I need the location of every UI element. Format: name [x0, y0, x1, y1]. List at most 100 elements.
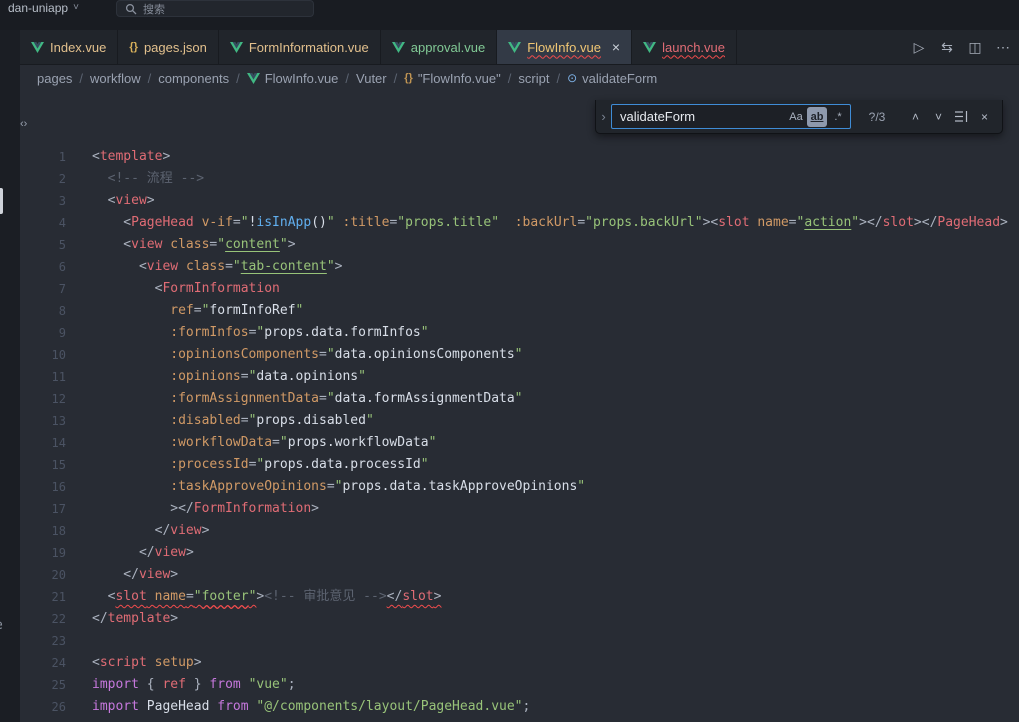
line-number: 22 — [20, 608, 66, 630]
code-line[interactable]: 24<script setup> — [20, 652, 1019, 674]
breadcrumb-item[interactable]: Vuter — [356, 71, 387, 86]
run-button[interactable]: ▷ — [907, 35, 931, 59]
code-line[interactable]: 4 <PageHead v-if="!isInApp()" :title="pr… — [20, 212, 1019, 234]
tab-label: FormInformation.vue — [249, 40, 369, 55]
vue-icon — [392, 42, 405, 53]
breadcrumb-item[interactable]: pages — [37, 71, 72, 86]
code-line[interactable]: 21 <slot name="footer"><!-- 审批意见 --></sl… — [20, 586, 1019, 608]
code-line[interactable]: 3 <view> — [20, 190, 1019, 212]
close-icon[interactable]: × — [612, 39, 620, 55]
code-text: :taskApproveOpinions="props.data.taskApp… — [92, 476, 585, 498]
code-line[interactable]: 12 :formAssignmentData="data.formAssignm… — [20, 388, 1019, 410]
breadcrumb-item[interactable]: workflow — [90, 71, 141, 86]
tab-FlowInfo.vue[interactable]: FlowInfo.vue× — [497, 30, 632, 64]
breadcrumb-item[interactable]: ‹›script — [518, 71, 549, 86]
sidebar-scrollbar-thumb[interactable] — [0, 188, 3, 214]
code-text: <!-- 流程 --> — [92, 168, 204, 190]
line-number: 9 — [20, 322, 66, 344]
breadcrumb-label: script — [518, 71, 549, 86]
left-sidebar-sliver: e — [0, 30, 20, 722]
tab-Index.vue[interactable]: Index.vue — [20, 30, 118, 64]
code-text: ></FormInformation> — [92, 498, 319, 520]
tab-label: launch.vue — [662, 40, 725, 55]
code-text: :disabled="props.disabled" — [92, 410, 374, 432]
code-line[interactable]: 25import { ref } from "vue"; — [20, 674, 1019, 696]
vue-icon — [31, 42, 44, 53]
line-number: 4 — [20, 212, 66, 234]
workspace-title[interactable]: dan-uniapp ˅ — [8, 0, 79, 15]
code-line[interactable]: 8 ref="formInfoRef" — [20, 300, 1019, 322]
line-number: 5 — [20, 234, 66, 256]
find-input[interactable] — [620, 109, 785, 124]
code-text: :opinionsComponents="data.opinionsCompon… — [92, 344, 523, 366]
tab-approval.vue[interactable]: approval.vue — [381, 30, 497, 64]
whole-word-toggle[interactable]: ab — [807, 107, 827, 127]
breadcrumb-label: FlowInfo.vue — [265, 71, 339, 86]
code-text: import PageHead from "@/components/layou… — [92, 696, 530, 718]
vscode-window: dan-uniapp ˅ 搜索 e Index.vue{}pages.json F… — [0, 0, 1019, 722]
line-number: 20 — [20, 564, 66, 586]
search-icon — [125, 3, 137, 15]
breadcrumb-separator: / — [148, 71, 152, 86]
line-number: 21 — [20, 586, 66, 608]
code-line[interactable]: 18 </view> — [20, 520, 1019, 542]
breadcrumb-item[interactable]: components — [158, 71, 229, 86]
code-line[interactable]: 11 :opinions="data.opinions" — [20, 366, 1019, 388]
next-match-button[interactable]: ˅ — [928, 106, 949, 127]
code-line[interactable]: 20 </view> — [20, 564, 1019, 586]
line-number: 6 — [20, 256, 66, 278]
close-find-button[interactable]: × — [974, 106, 995, 127]
split-editor-button[interactable]: ◫ — [963, 35, 987, 59]
breadcrumb-item[interactable]: ⊙validateForm — [567, 71, 657, 86]
code-line[interactable]: 15 :processId="props.data.processId" — [20, 454, 1019, 476]
code-line[interactable]: 5 <view class="content"> — [20, 234, 1019, 256]
more-actions-button[interactable]: ⋯ — [991, 35, 1015, 59]
line-number: 18 — [20, 520, 66, 542]
code-line[interactable]: 19 </view> — [20, 542, 1019, 564]
code-line[interactable]: 23 — [20, 630, 1019, 652]
tab-label: pages.json — [144, 40, 207, 55]
open-changes-button[interactable]: ⇆ — [935, 35, 959, 59]
code-line[interactable]: 7 <FormInformation — [20, 278, 1019, 300]
editor[interactable]: › Aaab.* ?/3 ˄ ˅ × 1<template>2 <!-- 流程 … — [20, 92, 1019, 722]
toggle-replace-button[interactable]: › — [596, 100, 611, 133]
tab-launch.vue[interactable]: launch.vue — [632, 30, 737, 64]
breadcrumb-item[interactable]: FlowInfo.vue — [247, 71, 339, 86]
line-number: 8 — [20, 300, 66, 322]
tab-FormInformation.vue[interactable]: FormInformation.vue — [219, 30, 381, 64]
breadcrumb-separator: / — [236, 71, 240, 86]
code-line[interactable]: 26import PageHead from "@/components/lay… — [20, 696, 1019, 718]
breadcrumb-separator: / — [394, 71, 398, 86]
symbol-icon: ⊙ — [567, 71, 577, 85]
tab-label: approval.vue — [411, 40, 485, 55]
code-text: :processId="props.data.processId" — [92, 454, 429, 476]
code-line[interactable]: 9 :formInfos="props.data.formInfos" — [20, 322, 1019, 344]
code-line[interactable]: 2 <!-- 流程 --> — [20, 168, 1019, 190]
breadcrumb-separator: / — [345, 71, 349, 86]
line-number: 12 — [20, 388, 66, 410]
code-line[interactable]: 17 ></FormInformation> — [20, 498, 1019, 520]
tab-pages.json[interactable]: {}pages.json — [118, 30, 218, 64]
breadcrumb-label: pages — [37, 71, 72, 86]
previous-match-button[interactable]: ˄ — [905, 106, 926, 127]
code-text: <PageHead v-if="!isInApp()" :title="prop… — [92, 212, 1008, 234]
regex-toggle[interactable]: .* — [828, 107, 848, 127]
code-line[interactable]: 10 :opinionsComponents="data.opinionsCom… — [20, 344, 1019, 366]
code-line[interactable]: 6 <view class="tab-content"> — [20, 256, 1019, 278]
chevron-right-icon: › — [601, 109, 605, 124]
line-number: 3 — [20, 190, 66, 212]
code-text: <slot name="footer"><!-- 审批意见 --></slot> — [92, 586, 441, 608]
breadcrumb-label: "FlowInfo.vue" — [418, 71, 501, 86]
code-line[interactable]: 1<template> — [20, 146, 1019, 168]
breadcrumb-item[interactable]: {}"FlowInfo.vue" — [404, 71, 501, 86]
command-center-search[interactable]: 搜索 — [116, 0, 314, 17]
find-in-selection-button[interactable] — [951, 106, 972, 127]
code-line[interactable]: 16 :taskApproveOpinions="props.data.task… — [20, 476, 1019, 498]
line-number: 19 — [20, 542, 66, 564]
breadcrumb-separator: / — [79, 71, 83, 86]
match-case-toggle[interactable]: Aa — [786, 107, 806, 127]
code-line[interactable]: 14 :workflowData="props.workflowData" — [20, 432, 1019, 454]
code-line[interactable]: 22</template> — [20, 608, 1019, 630]
code-line[interactable]: 13 :disabled="props.disabled" — [20, 410, 1019, 432]
clipped-sidebar-text: e — [0, 618, 3, 633]
